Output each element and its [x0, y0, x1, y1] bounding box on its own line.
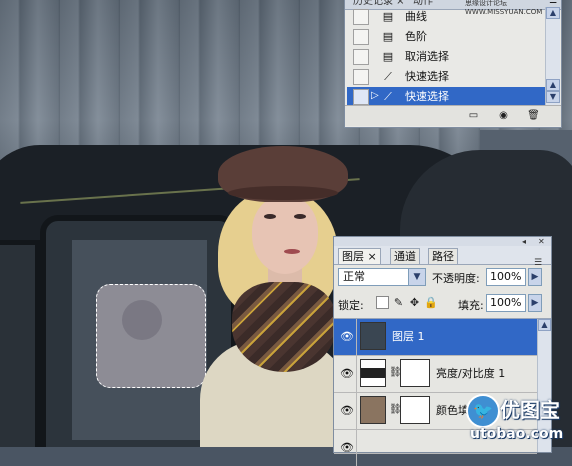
history-item[interactable]: ▤ 曲线 — [347, 7, 545, 27]
eye-icon[interactable]: 👁 — [340, 404, 354, 418]
quick-select-icon: ⟋ — [384, 90, 392, 103]
document-icon: ▤ — [382, 10, 394, 23]
blend-opacity-row: 正常 ▼ 不透明度: 100% ▶ — [334, 266, 551, 288]
woman-eye-left — [264, 214, 276, 219]
tab-channels[interactable]: 通道 — [390, 248, 420, 264]
lock-transparency-icon[interactable] — [376, 296, 389, 309]
woman-face — [252, 196, 318, 274]
opacity-input[interactable]: 100% — [486, 268, 526, 286]
divider — [356, 393, 357, 429]
brand-watermark: 🐦 优图宝 utobao.com — [462, 392, 572, 447]
layer-mask-thumbnail[interactable] — [400, 359, 430, 387]
new-document-icon[interactable]: ▭ — [467, 110, 480, 122]
layer-name[interactable]: 亮度/对比度 1 — [436, 367, 505, 381]
adjustment-thumbnail[interactable] — [360, 359, 386, 387]
snapshot-source-checkbox[interactable] — [353, 49, 369, 65]
woman-lips — [284, 249, 300, 254]
fill-label: 填充: — [458, 299, 484, 312]
layer-mask-thumbnail[interactable] — [400, 396, 430, 424]
patterned-scarf — [232, 282, 336, 372]
blend-mode-value: 正常 — [343, 270, 365, 283]
layer-row[interactable]: 👁 图层 1 — [334, 319, 537, 356]
history-state-marker[interactable] — [353, 89, 369, 105]
eye-icon[interactable]: 👁 — [340, 367, 354, 381]
chevron-right-icon[interactable]: ▶ — [528, 268, 542, 286]
scroll-up-icon[interactable]: ▲ — [546, 79, 560, 91]
brand-domain: utobao.com — [470, 426, 564, 442]
current-state-arrow-icon: ▷ — [371, 90, 379, 101]
opacity-label: 不透明度: — [432, 272, 480, 285]
history-item-active[interactable]: ▷ ⟋ 快速选择 — [347, 87, 545, 107]
lock-position-icon[interactable]: ✥ — [408, 296, 421, 309]
history-footer: ▭ ◉ 🗑 — [345, 105, 561, 126]
history-item-label: 快速选择 — [405, 70, 449, 83]
layers-tab-bar: 图层 × 通道 路径 ☰ — [334, 246, 551, 268]
history-list: ▤ 曲线 ▤ 色阶 ▤ 取消选择 ⟋ 快速选择 ▷ ⟋ 快速选择 — [347, 7, 545, 107]
snapshot-source-checkbox[interactable] — [353, 9, 369, 25]
tab-layers[interactable]: 图层 × — [338, 248, 381, 264]
layers-title-strip: ◂ ✕ — [334, 237, 551, 246]
fill-input[interactable]: 100% — [486, 294, 526, 312]
history-panel: 历史记录 × 动作 思缘设计论坛 WWW.MISSYUAN.COM ☰ ▤ 曲线… — [344, 0, 562, 128]
divider — [356, 356, 357, 392]
scroll-up-icon[interactable]: ▲ — [538, 319, 551, 331]
history-scrollbar[interactable]: ▲ ▲ ▼ — [545, 7, 560, 105]
selection-spot — [122, 300, 162, 340]
eye-icon[interactable]: 👁 — [340, 330, 354, 344]
lock-pixels-icon[interactable]: ✎ — [392, 296, 405, 309]
blend-mode-select[interactable]: 正常 ▼ — [338, 268, 426, 286]
layer-thumbnail[interactable] — [360, 322, 386, 350]
history-item[interactable]: ▤ 取消选择 — [347, 47, 545, 67]
document-icon: ▤ — [382, 50, 394, 63]
chevron-down-icon[interactable]: ▼ — [408, 269, 425, 285]
beret-brim — [228, 186, 338, 200]
fill-thumbnail[interactable] — [360, 396, 386, 424]
woman-eye-right — [294, 214, 306, 219]
history-item-label: 取消选择 — [405, 50, 449, 63]
history-item-label: 快速选择 — [405, 90, 449, 103]
quick-select-icon: ⟋ — [384, 70, 392, 83]
document-icon: ▤ — [382, 30, 394, 43]
scroll-down-icon[interactable]: ▼ — [546, 91, 560, 103]
trash-icon[interactable]: 🗑 — [527, 110, 540, 122]
snapshot-source-checkbox[interactable] — [353, 69, 369, 85]
history-item[interactable]: ⟋ 快速选择 — [347, 67, 545, 87]
lock-label: 锁定: — [338, 299, 364, 312]
bird-logo-icon: 🐦 — [466, 394, 500, 428]
minimize-icon[interactable]: ◂ — [522, 237, 526, 246]
history-item-label: 曲线 — [405, 10, 427, 23]
close-icon[interactable]: ✕ — [538, 237, 545, 246]
tab-paths[interactable]: 路径 — [428, 248, 458, 264]
panel-menu-icon[interactable]: ☰ — [549, 0, 557, 6]
car-window-left — [0, 240, 40, 447]
divider — [356, 430, 357, 466]
brand-name-cn: 优图宝 — [500, 398, 560, 422]
layer-name[interactable]: 图层 1 — [392, 330, 425, 344]
snapshot-icon[interactable]: ◉ — [497, 110, 510, 122]
chevron-right-icon[interactable]: ▶ — [528, 294, 542, 312]
layer-row[interactable]: 👁 ⛓ 亮度/对比度 1 — [334, 356, 537, 393]
history-item[interactable]: ▤ 色阶 — [347, 27, 545, 47]
lock-all-icon[interactable]: 🔒 — [424, 296, 438, 309]
eye-icon[interactable]: 👁 — [340, 441, 354, 455]
divider — [356, 319, 357, 355]
lock-fill-row: 锁定: ✎ ✥ 🔒 填充: 100% ▶ — [334, 292, 551, 314]
history-item-label: 色阶 — [405, 30, 427, 43]
scroll-up-icon[interactable]: ▲ — [546, 7, 560, 19]
snapshot-source-checkbox[interactable] — [353, 29, 369, 45]
